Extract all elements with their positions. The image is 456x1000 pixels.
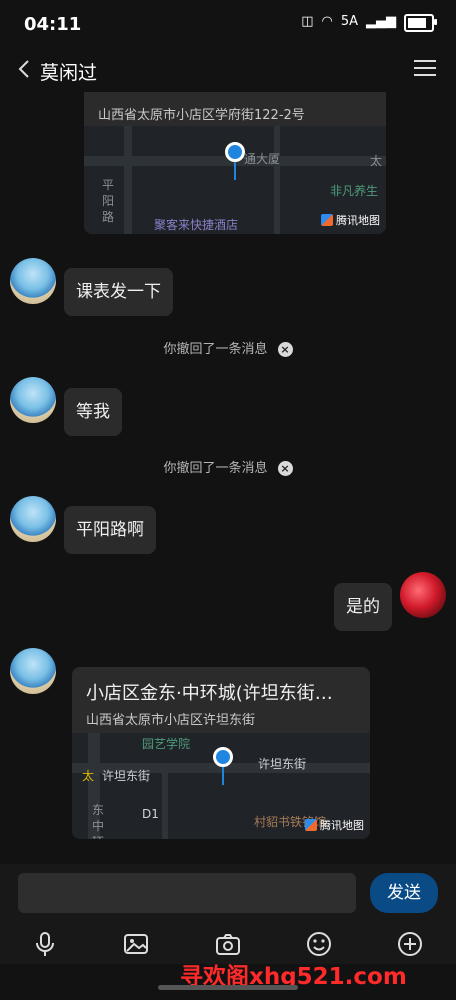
- pin-stem: [234, 162, 236, 180]
- home-indicator[interactable]: [158, 985, 298, 990]
- nfc-icon: ◫: [301, 14, 314, 29]
- battery-icon: [404, 14, 437, 32]
- location-address: 山西省太原市小店区学府街122-2号: [98, 108, 305, 123]
- avatar[interactable]: [10, 496, 56, 542]
- location-address: 山西省太原市小店区许坦东街: [86, 713, 256, 728]
- network-label: 5A: [340, 14, 358, 29]
- map-label: 非凡养生: [330, 184, 379, 198]
- map-label: 许坦东街: [258, 757, 307, 771]
- location-pin-icon: [213, 747, 233, 767]
- map-provider-logo: 腾讯地图: [321, 212, 380, 228]
- location-title: 小店区金东·中环城(许坦东街…: [86, 683, 333, 704]
- map-label: 太: [82, 769, 95, 783]
- close-icon[interactable]: ×: [277, 342, 293, 357]
- map-label: 环: [92, 833, 104, 839]
- status-icons: ◫ ◠ 5A ▂▄▆: [301, 14, 437, 32]
- map-label: 许坦东街: [102, 769, 151, 783]
- status-bar: 04:11 ◫ ◠ 5A ▂▄▆: [0, 0, 456, 50]
- location-pin-icon: [225, 142, 245, 162]
- microphone-icon[interactable]: [31, 930, 59, 958]
- recall-notice: 你撤回了一条消息 ×: [0, 338, 456, 357]
- avatar[interactable]: [10, 258, 56, 304]
- input-bar: 发送: [0, 864, 456, 924]
- back-arrow-icon[interactable]: [14, 58, 36, 80]
- location-card[interactable]: 小店区金东·中环城(许坦东街… 山西省太原市小店区许坦东街 园艺学院 许坦东街 …: [72, 667, 370, 839]
- map-label: 通大厦: [244, 152, 281, 166]
- emoji-icon[interactable]: [305, 930, 333, 958]
- chat-header: 莫闲过: [0, 50, 456, 92]
- map-provider-logo: 腾讯地图: [305, 817, 364, 833]
- recall-text: 你撤回了一条消息: [163, 461, 268, 476]
- message-input[interactable]: [18, 873, 356, 913]
- close-icon[interactable]: ×: [277, 461, 293, 476]
- recall-text: 你撤回了一条消息: [163, 342, 268, 357]
- clock: 04:11: [24, 14, 82, 35]
- plus-icon[interactable]: [396, 930, 424, 958]
- map-preview: 平 阳 路 通大厦 非凡养生 太 聚客来快捷酒店 腾讯地图: [84, 126, 386, 234]
- hamburger-menu-icon[interactable]: [414, 60, 436, 78]
- message-bubble[interactable]: 等我: [64, 388, 122, 436]
- avatar[interactable]: [10, 648, 56, 694]
- map-label: 平: [102, 178, 115, 192]
- send-button[interactable]: 发送: [370, 873, 438, 913]
- message-list[interactable]: 山西省太原市小店区学府街122-2号 平 阳 路 通大厦 非凡养生 太 聚客来快…: [0, 92, 456, 864]
- image-icon[interactable]: [122, 930, 150, 958]
- recall-notice: 你撤回了一条消息 ×: [0, 457, 456, 476]
- map-label: 聚客来快捷酒店: [154, 218, 239, 232]
- map-label: 太: [370, 154, 383, 168]
- map-label: 园艺学院: [142, 737, 191, 751]
- message-bubble[interactable]: 课表发一下: [64, 268, 173, 316]
- map-label: D1: [142, 807, 159, 821]
- pin-stem: [222, 767, 224, 785]
- avatar[interactable]: [10, 377, 56, 423]
- map-preview: 园艺学院 许坦东街 许坦东街 太 东 中 环 D1 村貂书铁铭馆 腾讯地图: [72, 733, 370, 839]
- wifi-icon: ◠: [321, 14, 333, 29]
- avatar[interactable]: [400, 572, 446, 618]
- chat-title: 莫闲过: [40, 62, 98, 84]
- message-bubble[interactable]: 平阳路啊: [64, 506, 156, 554]
- map-label: 阳: [102, 194, 115, 208]
- signal-icon: ▂▄▆: [366, 14, 396, 29]
- location-card[interactable]: 山西省太原市小店区学府街122-2号 平 阳 路 通大厦 非凡养生 太 聚客来快…: [84, 92, 386, 234]
- map-label: 路: [102, 210, 115, 224]
- map-label: 中: [92, 819, 105, 833]
- map-label: 东: [92, 803, 105, 817]
- camera-icon[interactable]: [214, 930, 242, 958]
- message-bubble[interactable]: 是的: [334, 583, 392, 631]
